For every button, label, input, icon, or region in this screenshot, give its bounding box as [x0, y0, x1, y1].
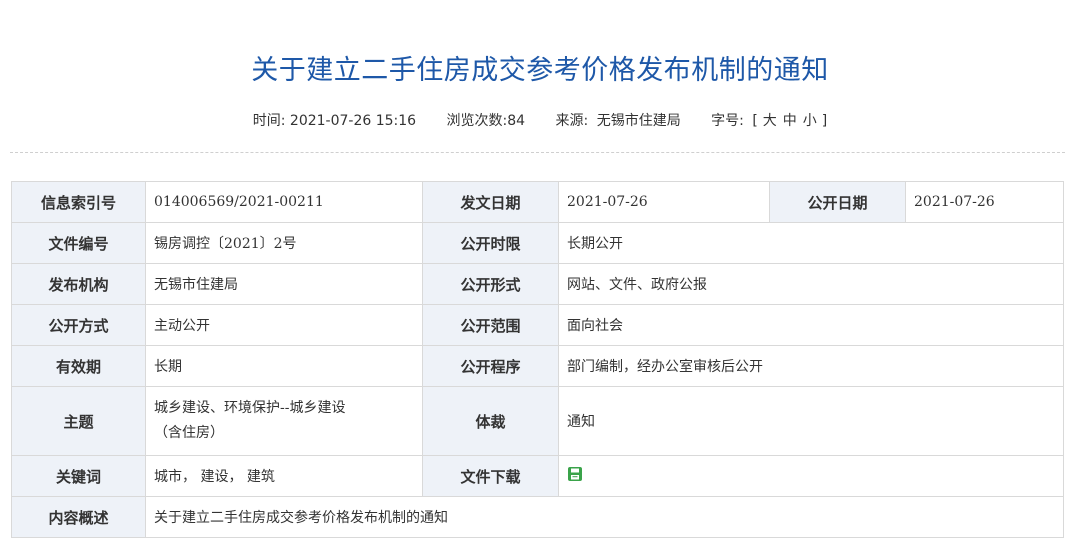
- font-size-large-link[interactable]: 大: [763, 113, 777, 129]
- issue-date-value: 2021-07-26: [558, 181, 770, 223]
- download-cell: [558, 455, 1064, 497]
- procedure-value: 部门编制，经办公室审核后公开: [558, 345, 1064, 387]
- table-row: 文件编号 锡房调控〔2021〕2号 公开时限 长期公开: [11, 222, 1064, 264]
- genre-value: 通知: [558, 386, 1064, 456]
- public-mode-value: 主动公开: [145, 304, 423, 346]
- topic-value: 城乡建设、环境保护--城乡建设 （含住房）: [145, 386, 423, 456]
- table-row: 公开方式 主动公开 公开范围 面向社会: [11, 304, 1064, 346]
- validity-value: 长期: [145, 345, 423, 387]
- public-date-value: 2021-07-26: [905, 181, 1064, 223]
- font-size-control: 字号: [大中小]: [711, 113, 828, 129]
- index-number-value: 014006569/2021-00211: [145, 181, 423, 223]
- public-date-label: 公开日期: [769, 181, 906, 223]
- page-title: 关于建立二手住房成交参考价格发布机制的通知: [251, 55, 829, 87]
- dashed-divider: [10, 152, 1065, 153]
- public-scope-value: 面向社会: [558, 304, 1064, 346]
- public-period-value: 长期公开: [558, 222, 1064, 264]
- font-size-small-link[interactable]: 小: [803, 113, 817, 129]
- document-number-label: 文件编号: [11, 222, 146, 264]
- topic-label: 主题: [11, 386, 146, 456]
- document-number-value: 锡房调控〔2021〕2号: [145, 222, 423, 264]
- public-period-label: 公开时限: [422, 222, 559, 264]
- table-row: 关键词 城市， 建设， 建筑 文件下载: [11, 455, 1064, 497]
- table-row: 信息索引号 014006569/2021-00211 发文日期 2021-07-…: [11, 181, 1064, 223]
- topic-value-line1: 城乡建设、环境保护--城乡建设: [154, 400, 346, 416]
- table-row: 主题 城乡建设、环境保护--城乡建设 （含住房） 体裁 通知: [11, 386, 1064, 456]
- keywords-label: 关键词: [11, 455, 146, 497]
- save-icon[interactable]: [567, 466, 583, 486]
- table-row: 内容概述 关于建立二手住房成交参考价格发布机制的通知: [11, 496, 1064, 538]
- public-mode-label: 公开方式: [11, 304, 146, 346]
- public-form-label: 公开形式: [422, 263, 559, 305]
- summary-value: 关于建立二手住房成交参考价格发布机制的通知: [145, 496, 1064, 538]
- table-row: 有效期 长期 公开程序 部门编制，经办公室审核后公开: [11, 345, 1064, 387]
- table-row: 发布机构 无锡市住建局 公开形式 网站、文件、政府公报: [11, 263, 1064, 305]
- publish-time: 时间: 2021-07-26 15:16: [252, 113, 417, 129]
- document-info-table: 信息索引号 014006569/2021-00211 发文日期 2021-07-…: [11, 181, 1064, 538]
- publisher-label: 发布机构: [11, 263, 146, 305]
- article-meta: 时间: 2021-07-26 15:16 浏览次数:84 来源: 无锡市住建局 …: [0, 110, 1080, 130]
- download-label: 文件下载: [422, 455, 559, 497]
- view-count: 浏览次数:84: [446, 113, 526, 129]
- public-form-value: 网站、文件、政府公报: [558, 263, 1064, 305]
- publisher-value: 无锡市住建局: [145, 263, 423, 305]
- index-number-label: 信息索引号: [11, 181, 146, 223]
- font-size-medium-link[interactable]: 中: [783, 113, 797, 129]
- source: 来源: 无锡市住建局: [555, 113, 681, 129]
- keywords-value: 城市， 建设， 建筑: [145, 455, 423, 497]
- issue-date-label: 发文日期: [422, 181, 559, 223]
- topic-value-line2: （含住房）: [154, 425, 224, 441]
- public-scope-label: 公开范围: [422, 304, 559, 346]
- procedure-label: 公开程序: [422, 345, 559, 387]
- summary-label: 内容概述: [11, 496, 146, 538]
- validity-label: 有效期: [11, 345, 146, 387]
- genre-label: 体裁: [422, 386, 559, 456]
